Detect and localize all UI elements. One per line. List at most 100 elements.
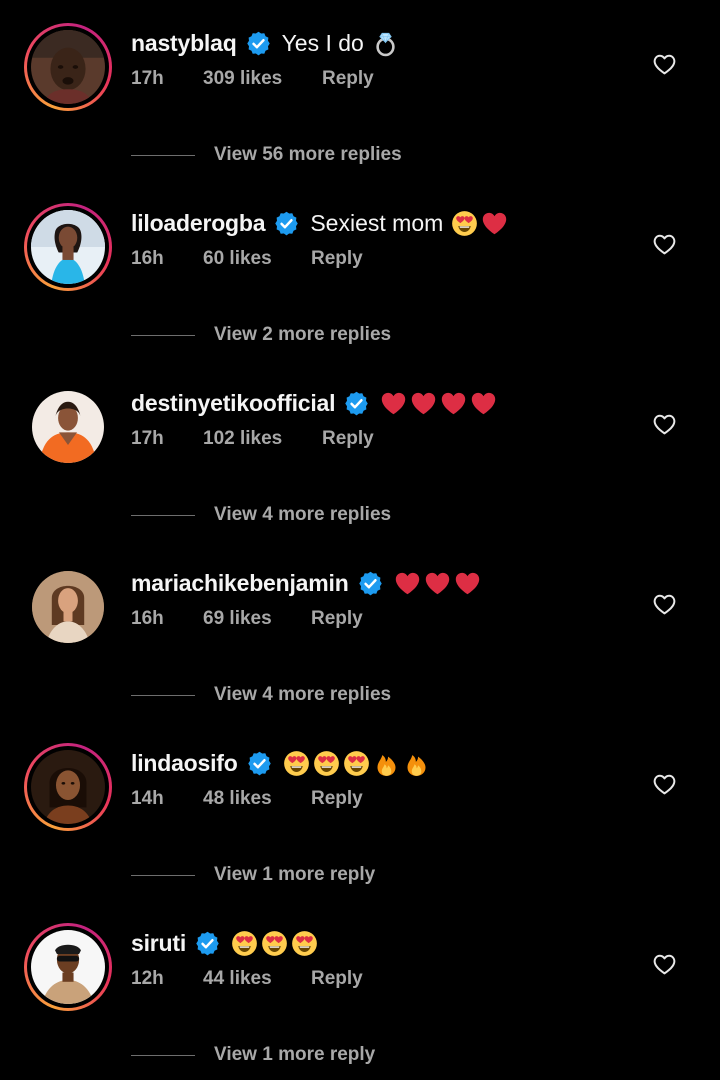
- comment-timestamp: 14h: [131, 788, 164, 809]
- red-heart-emoji-icon: [424, 570, 451, 597]
- verified-badge-icon: [357, 570, 384, 597]
- reply-button[interactable]: Reply: [311, 608, 363, 630]
- verified-badge-icon: [246, 750, 273, 777]
- reply-button[interactable]: Reply: [322, 68, 374, 90]
- ring-emoji-icon: [372, 30, 399, 57]
- like-heart-icon[interactable]: [652, 232, 677, 257]
- view-more-replies-label: View 1 more reply: [214, 1044, 376, 1065]
- comment-meta: 12h 44 likes Reply: [131, 968, 363, 990]
- verified-badge-icon: [194, 930, 221, 957]
- comment-header: liloaderogba Sexiest mom: [131, 206, 511, 240]
- username[interactable]: mariachikebenjamin: [131, 570, 349, 597]
- heart-eyes-emoji-icon: [231, 930, 258, 957]
- likes-count[interactable]: 102 likes: [203, 428, 322, 450]
- reply-button[interactable]: Reply: [311, 248, 363, 270]
- avatar[interactable]: [24, 23, 112, 111]
- red-heart-emoji-icon: [440, 390, 467, 417]
- heart-eyes-emoji-icon: [313, 750, 340, 777]
- replies-divider: [131, 874, 195, 876]
- replies-divider: [131, 1054, 195, 1056]
- verified-badge-icon: [273, 210, 300, 237]
- red-heart-emoji-icon: [380, 390, 407, 417]
- likes-count[interactable]: 48 likes: [203, 788, 311, 810]
- comment-header: siruti: [131, 926, 321, 960]
- comment-item: nastyblaq Yes I do 17h 309 likes Reply View…: [0, 0, 720, 180]
- reply-button[interactable]: Reply: [311, 968, 363, 990]
- comment-meta: 16h 60 likes Reply: [131, 248, 363, 270]
- view-more-replies-button[interactable]: View 4 more replies: [131, 683, 391, 707]
- comment-header: destinyetikoofficial: [131, 386, 500, 420]
- view-more-replies-button[interactable]: View 1 more reply: [131, 1043, 375, 1067]
- red-heart-emoji-icon: [454, 570, 481, 597]
- avatar[interactable]: [32, 391, 104, 463]
- comment-timestamp: 17h: [131, 68, 164, 89]
- avatar-image: [31, 750, 105, 824]
- comment-item: lindaosifo 14h 48 likes Reply View 1 more …: [0, 720, 720, 900]
- view-more-replies-button[interactable]: View 2 more replies: [131, 323, 391, 347]
- comment-timestamp: 16h: [131, 248, 164, 269]
- comment-timestamp: 16h: [131, 608, 164, 629]
- like-heart-icon[interactable]: [652, 772, 677, 797]
- username[interactable]: lindaosifo: [131, 750, 238, 777]
- avatar[interactable]: [24, 923, 112, 1011]
- comment-item: liloaderogba Sexiest mom 16h 60 likes Reply…: [0, 180, 720, 360]
- verified-badge-icon: [245, 30, 272, 57]
- comment-text: Sexiest mom: [310, 209, 444, 236]
- view-more-replies-label: View 56 more replies: [214, 144, 402, 165]
- avatar[interactable]: [24, 203, 112, 291]
- username[interactable]: liloaderogba: [131, 210, 266, 237]
- username[interactable]: destinyetikoofficial: [131, 390, 336, 417]
- avatar[interactable]: [24, 743, 112, 831]
- heart-eyes-emoji-icon: [451, 210, 478, 237]
- comment-meta: 14h 48 likes Reply: [131, 788, 363, 810]
- likes-count[interactable]: 44 likes: [203, 968, 311, 990]
- view-more-replies-label: View 4 more replies: [214, 504, 392, 525]
- view-more-replies-button[interactable]: View 4 more replies: [131, 503, 391, 527]
- view-more-replies-button[interactable]: View 56 more replies: [131, 143, 402, 167]
- comment-meta: 16h 69 likes Reply: [131, 608, 363, 630]
- comment-header: nastyblaq Yes I do: [131, 26, 402, 60]
- view-more-replies-label: View 4 more replies: [214, 684, 392, 705]
- username[interactable]: nastyblaq: [131, 30, 237, 57]
- replies-divider: [131, 694, 195, 696]
- fire-emoji-icon: [373, 750, 400, 777]
- comment-item: mariachikebenjamin 16h 69 likes Reply View…: [0, 540, 720, 720]
- username[interactable]: siruti: [131, 930, 186, 957]
- likes-count[interactable]: 60 likes: [203, 248, 311, 270]
- likes-count[interactable]: 69 likes: [203, 608, 311, 630]
- view-more-replies-button[interactable]: View 1 more reply: [131, 863, 375, 887]
- comment-timestamp: 17h: [131, 428, 164, 449]
- avatar-image: [31, 210, 105, 284]
- likes-count[interactable]: 309 likes: [203, 68, 322, 90]
- replies-divider: [131, 514, 195, 516]
- comment-text: Yes I do: [281, 29, 364, 56]
- reply-button[interactable]: Reply: [322, 428, 374, 450]
- reply-button[interactable]: Reply: [311, 788, 363, 810]
- comment-meta: 17h 102 likes Reply: [131, 428, 374, 450]
- like-heart-icon[interactable]: [652, 412, 677, 437]
- comment-item: siruti 12h 44 likes Reply View 1 more repl…: [0, 900, 720, 1080]
- comment-timestamp: 12h: [131, 968, 164, 989]
- fire-emoji-icon: [403, 750, 430, 777]
- like-heart-icon[interactable]: [652, 592, 677, 617]
- red-heart-emoji-icon: [410, 390, 437, 417]
- like-heart-icon[interactable]: [652, 52, 677, 77]
- comment-header: mariachikebenjamin: [131, 566, 484, 600]
- heart-eyes-emoji-icon: [261, 930, 288, 957]
- avatar[interactable]: [32, 571, 104, 643]
- replies-divider: [131, 154, 195, 156]
- red-heart-emoji-icon: [394, 570, 421, 597]
- heart-eyes-emoji-icon: [343, 750, 370, 777]
- comment-item: destinyetikoofficial 17h 102 likes Reply V…: [0, 360, 720, 540]
- like-heart-icon[interactable]: [652, 952, 677, 977]
- verified-badge-icon: [343, 390, 370, 417]
- heart-eyes-emoji-icon: [283, 750, 310, 777]
- view-more-replies-label: View 2 more replies: [214, 324, 392, 345]
- avatar-image: [31, 30, 105, 104]
- comment-header: lindaosifo: [131, 746, 433, 780]
- avatar-image: [31, 930, 105, 1004]
- view-more-replies-label: View 1 more reply: [214, 864, 376, 885]
- heart-eyes-emoji-icon: [291, 930, 318, 957]
- red-heart-emoji-icon: [470, 390, 497, 417]
- red-heart-emoji-icon: [481, 210, 508, 237]
